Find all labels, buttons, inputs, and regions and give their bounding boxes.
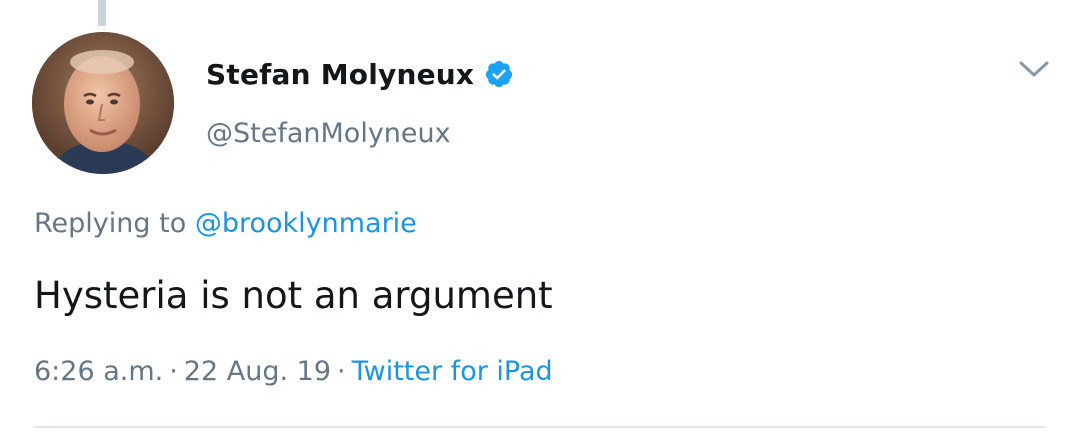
divider [34,426,1046,428]
tweet-time[interactable]: 6:26 a.m. [34,356,163,387]
tweet-source-link[interactable]: Twitter for iPad [352,356,553,387]
reply-mention-link[interactable]: @brooklynmarie [195,208,417,239]
reply-context: Replying to @brooklynmarie [34,208,417,239]
tweet-date[interactable]: 22 Aug. 19 [184,356,331,387]
avatar[interactable] [32,32,174,174]
meta-separator: · [337,356,346,387]
reply-context-prefix: Replying to [34,208,195,239]
author-name-row[interactable]: Stefan Molyneux [206,54,514,94]
author-display-name[interactable]: Stefan Molyneux [206,58,474,91]
author-handle[interactable]: @StefanMolyneux [206,118,451,149]
tweet-text: Hysteria is not an argument [34,274,553,317]
chevron-down-icon[interactable] [1018,58,1050,82]
tweet-meta: 6:26 a.m. · 22 Aug. 19 · Twitter for iPad [34,356,553,387]
thread-connector-line [98,0,106,26]
verified-badge-icon [484,59,514,89]
meta-separator: · [169,356,178,387]
avatar-photo [32,32,174,174]
